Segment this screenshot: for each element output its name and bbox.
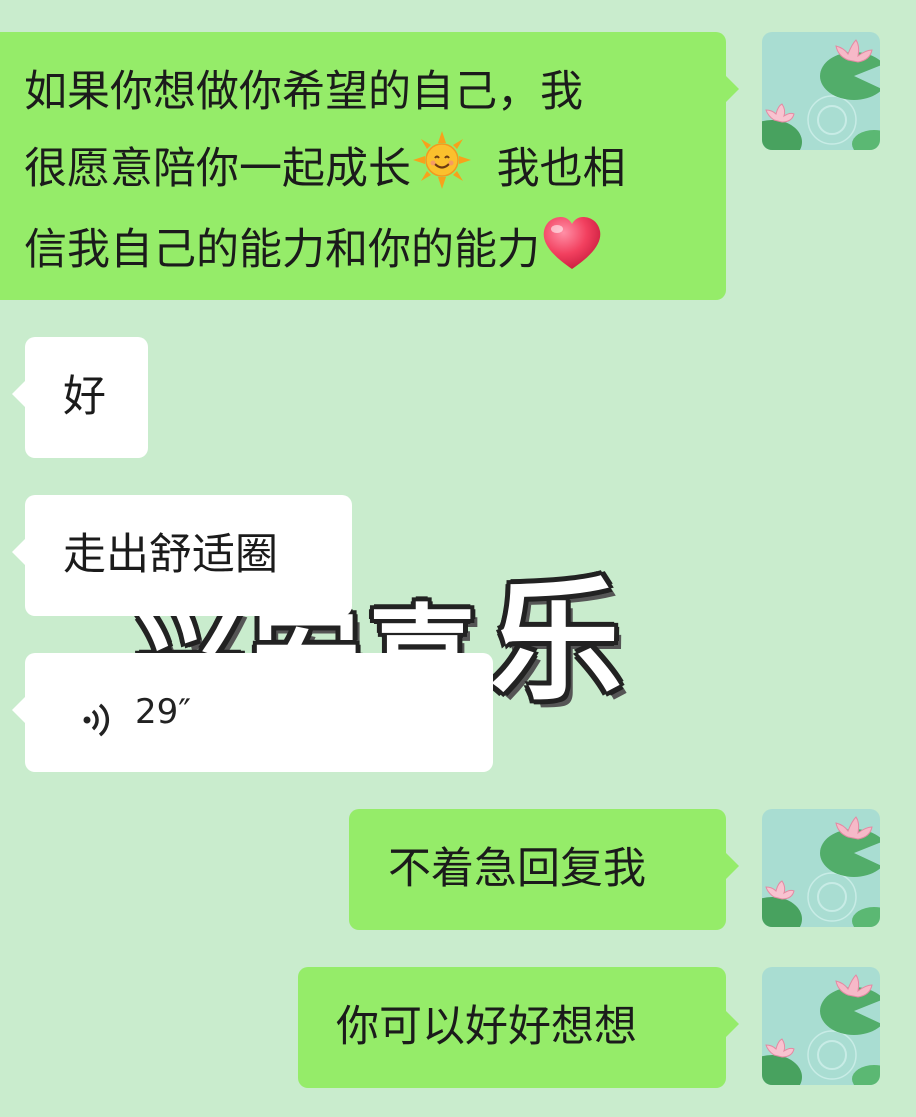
chat-message-received[interactable]: 好 — [12, 337, 148, 458]
chat-message-sent[interactable]: 你可以好好想想 — [298, 967, 739, 1088]
message-line: 信我自己的能力和你的能力 — [24, 214, 726, 295]
voice-duration: 29″ — [135, 692, 191, 732]
chat-message-received[interactable]: 走出舒适圈 — [12, 495, 352, 616]
chat-message-sent[interactable]: 如果你想做你希望的自己，我 很愿意陪你一起成长 我也相 信我自己的能力和你的能力 — [0, 32, 739, 300]
message-text: 不着急回复我 — [388, 844, 646, 894]
sticker-overlay-text: 乐 — [490, 565, 622, 719]
lotus-pond-avatar[interactable] — [762, 967, 880, 1085]
message-text: 好 — [63, 372, 106, 422]
message-text: 你可以好好想想 — [336, 1002, 637, 1052]
chat-message-sent[interactable]: 不着急回复我 — [349, 809, 739, 930]
lotus-pond-avatar[interactable] — [762, 32, 880, 150]
message-line-text: 我也相 — [496, 144, 626, 194]
message-line: 很愿意陪你一起成长 我也相 — [24, 129, 726, 214]
message-line: 如果你想做你希望的自己，我 — [24, 67, 583, 117]
message-line-text: 信我自己的能力和你的能力 — [24, 225, 540, 275]
voice-message[interactable]: 29″ — [12, 653, 493, 772]
sun-smiley-emoji — [411, 129, 473, 214]
message-text: 走出舒适圈 — [63, 530, 278, 580]
lotus-pond-avatar[interactable] — [762, 809, 880, 927]
message-line-text: 很愿意陪你一起成长 — [24, 144, 411, 194]
voice-wave-icon — [81, 693, 115, 736]
red-heart-emoji — [540, 214, 604, 295]
